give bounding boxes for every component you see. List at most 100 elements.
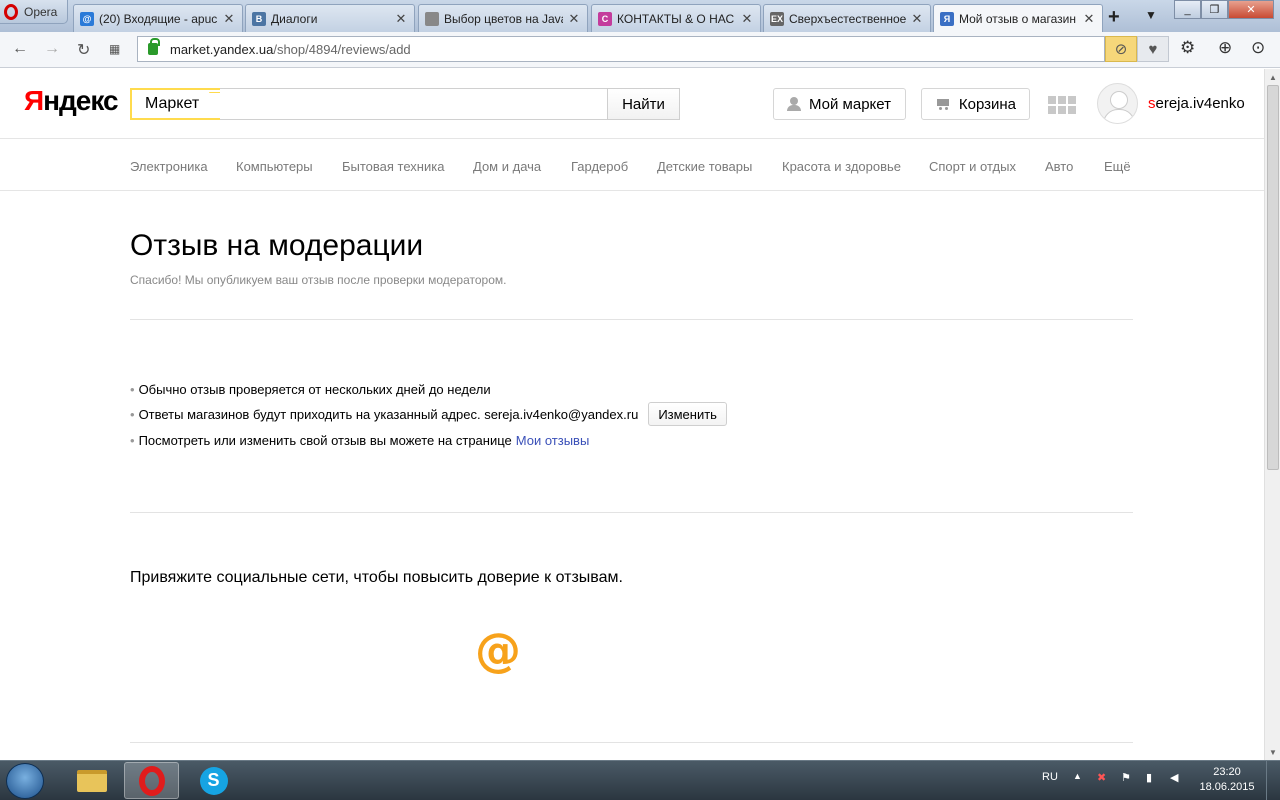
browser-tab[interactable]: @ (20) Входящие - apuc ✕ xyxy=(73,4,243,32)
social-title: Привяжите социальные сети, чтобы повысит… xyxy=(130,569,623,586)
tab-close-icon[interactable]: ✕ xyxy=(222,11,236,27)
forward-arrow-icon[interactable]: → xyxy=(44,40,60,58)
info-text-email: Ответы магазинов будут приходить на указ… xyxy=(138,406,639,422)
page-scrollbar[interactable]: ▲ ▼ xyxy=(1264,69,1280,760)
mailru-button[interactable]: @ xyxy=(466,618,530,682)
category-auto[interactable]: Авто xyxy=(1045,159,1073,174)
volume-icon[interactable]: ◀ xyxy=(1170,771,1178,784)
tray-expand-icon[interactable]: ▲ xyxy=(1073,771,1082,781)
show-desktop-button[interactable] xyxy=(1266,761,1280,800)
skype-taskbar-button[interactable]: S xyxy=(186,762,241,799)
reload-icon[interactable]: ↻ xyxy=(77,40,90,60)
vk-button[interactable]: B xyxy=(130,618,194,682)
category-sport[interactable]: Спорт и отдых xyxy=(929,159,1016,174)
avatar[interactable] xyxy=(1097,83,1138,124)
downloads-icon[interactable]: ⊕ xyxy=(1218,38,1232,58)
divider xyxy=(130,319,1133,320)
windows-start-button[interactable] xyxy=(6,763,44,799)
category-appliances[interactable]: Бытовая техника xyxy=(342,159,444,174)
tab-title: Мой отзыв о магазин xyxy=(959,12,1076,26)
category-electronics[interactable]: Электроника xyxy=(130,159,208,174)
extensions-icon[interactable]: ⊙ xyxy=(1251,38,1265,58)
logo-rest: ндекс xyxy=(43,85,118,116)
tab-close-icon[interactable]: ✕ xyxy=(740,11,754,27)
username-link[interactable]: sereja.iv4enko xyxy=(1148,95,1245,112)
settings-gear-icon[interactable]: ⚙ xyxy=(1180,38,1195,58)
list-item: • Посмотреть или изменить свой отзыв вы … xyxy=(130,433,590,448)
language-indicator[interactable]: RU xyxy=(1042,771,1058,783)
search-service-label: Маркет xyxy=(130,88,222,120)
my-reviews-link[interactable]: Мои отзывы xyxy=(516,433,590,448)
scroll-down-icon[interactable]: ▼ xyxy=(1269,748,1277,757)
flag-icon[interactable]: ⚑ xyxy=(1121,771,1131,784)
speed-dial-grid-icon[interactable]: ▦ xyxy=(109,42,120,56)
search-form: Маркет Найти xyxy=(130,88,680,120)
browser-tab[interactable]: Я Мой отзыв о магазин ✕ xyxy=(933,4,1103,33)
tab-menu-chevron-icon[interactable]: ▼ xyxy=(1145,8,1157,22)
opera-menu-button[interactable]: Opera xyxy=(0,0,68,24)
adblock-icon[interactable]: ⊘ xyxy=(1105,36,1137,62)
restore-button[interactable]: ❐ xyxy=(1201,0,1228,19)
address-bar[interactable]: market.yandex.ua/shop/4894/reviews/add xyxy=(137,36,1105,62)
my-market-label: Мой маркет xyxy=(809,95,891,113)
explorer-taskbar-button[interactable] xyxy=(64,762,119,799)
tab-close-icon[interactable]: ✕ xyxy=(394,11,408,27)
minimize-button[interactable]: _ xyxy=(1174,0,1201,19)
tab-title: Выбор цветов на Java xyxy=(444,11,563,26)
category-wardrobe[interactable]: Гардероб xyxy=(571,159,628,174)
bookmark-heart-icon[interactable]: ♥ xyxy=(1137,36,1169,62)
cart-label: Корзина xyxy=(958,95,1016,113)
mailru-at-icon: @ xyxy=(475,623,521,677)
my-market-button[interactable]: Мой маркет xyxy=(773,88,906,120)
category-home-garden[interactable]: Дом и дача xyxy=(473,159,541,174)
divider xyxy=(130,742,1133,743)
twitter-button[interactable] xyxy=(382,618,446,682)
system-clock[interactable]: 23:20 18.06.2015 xyxy=(1197,765,1257,795)
category-computers[interactable]: Компьютеры xyxy=(236,159,313,174)
yandex-logo[interactable]: Яндекс xyxy=(24,85,119,117)
opera-logo-icon xyxy=(4,3,18,20)
tab-title: Сверхъестественное xyxy=(789,11,906,26)
tab-close-icon[interactable]: ✕ xyxy=(567,11,581,27)
tab-close-icon[interactable]: ✕ xyxy=(1082,11,1096,27)
category-more[interactable]: Ещё xyxy=(1104,159,1131,174)
back-arrow-icon[interactable]: ← xyxy=(12,40,28,58)
browser-tab[interactable]: EX Сверхъестественное ✕ xyxy=(763,4,931,32)
secure-lock-icon xyxy=(148,38,160,55)
skype-icon: S xyxy=(199,766,228,795)
browser-tab[interactable]: C КОНТАКТЫ & О НАС ✕ xyxy=(591,4,761,32)
list-item: • Ответы магазинов будут приходить на ук… xyxy=(130,402,727,426)
change-email-button[interactable]: Изменить xyxy=(648,402,727,426)
scroll-up-icon[interactable]: ▲ xyxy=(1269,73,1277,82)
browser-toolbar: ← → ↻ ▦ market.yandex.ua/shop/4894/revie… xyxy=(0,32,1280,68)
scroll-thumb[interactable] xyxy=(1267,85,1279,470)
page-subtitle: Спасибо! Мы опубликуем ваш отзыв после п… xyxy=(130,273,507,287)
tab-close-icon[interactable]: ✕ xyxy=(910,11,924,27)
mail-icon: @ xyxy=(80,11,94,26)
folder-icon xyxy=(76,769,107,792)
window-controls: _ ❐ ✕ xyxy=(1174,0,1274,19)
clock-time: 23:20 xyxy=(1213,766,1241,778)
logo-first-letter: Я xyxy=(24,85,44,116)
opera-icon xyxy=(138,765,165,796)
network-error-icon[interactable]: ✖ xyxy=(1097,771,1106,784)
services-grid-icon[interactable] xyxy=(1048,96,1076,114)
facebook-button[interactable]: f xyxy=(214,618,278,685)
search-button[interactable]: Найти xyxy=(607,88,680,120)
cart-button[interactable]: Корзина xyxy=(921,88,1030,120)
browser-tab[interactable]: Выбор цветов на Java ✕ xyxy=(418,4,588,32)
username-rest: ereja.iv4enko xyxy=(1155,95,1245,112)
close-window-button[interactable]: ✕ xyxy=(1228,0,1274,19)
category-beauty-health[interactable]: Красота и здоровье xyxy=(782,159,901,174)
signal-icon[interactable]: ▮ xyxy=(1146,771,1152,784)
googleplus-button[interactable]: g+ xyxy=(550,618,614,682)
category-kids[interactable]: Детские товары xyxy=(657,159,752,174)
address-bar-actions: ⊘ ♥ xyxy=(1105,36,1169,62)
googleplus-icon: g+ xyxy=(553,628,611,672)
opera-menu-label: Opera xyxy=(24,4,58,19)
opera-taskbar-button[interactable] xyxy=(124,762,179,799)
browser-tab[interactable]: В Диалоги ✕ xyxy=(245,4,415,32)
new-tab-button[interactable]: + xyxy=(1108,6,1120,29)
odnoklassniki-button[interactable] xyxy=(298,618,362,682)
search-input[interactable] xyxy=(220,88,608,120)
